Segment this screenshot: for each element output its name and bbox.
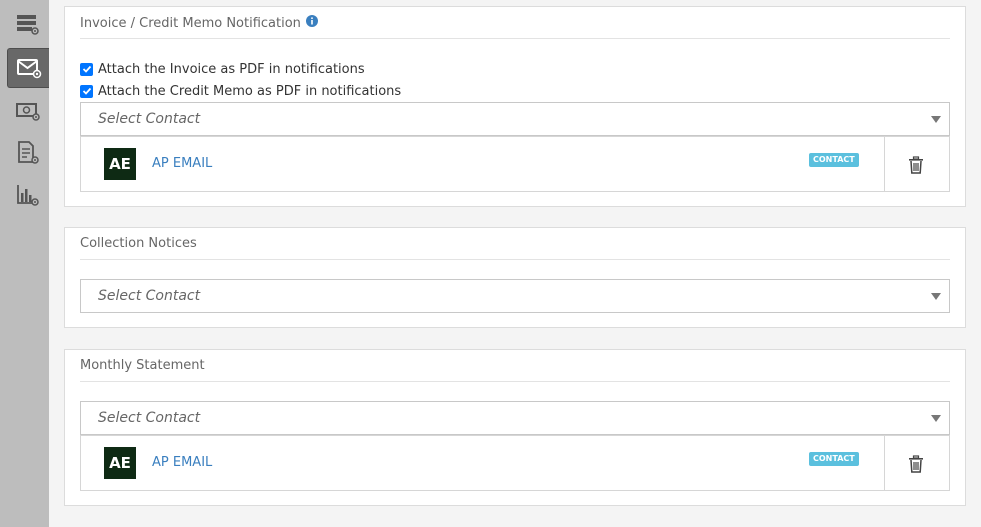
sidebar-item-report-settings[interactable]	[7, 175, 49, 215]
title-divider	[80, 259, 950, 260]
sidebar-item-document-settings[interactable]	[7, 133, 49, 173]
sidebar	[0, 0, 49, 527]
contact-name-link[interactable]: AP EMAIL	[152, 156, 212, 172]
attach-invoice-label: Attach the Invoice as PDF in notificatio…	[98, 61, 365, 77]
attach-credit-memo-label: Attach the Credit Memo as PDF in notific…	[98, 83, 402, 99]
chevron-down-icon	[931, 293, 941, 300]
server-settings-icon	[17, 15, 39, 35]
chevron-down-icon	[931, 415, 941, 422]
collection-section-title: Collection Notices	[80, 236, 197, 251]
money-settings-icon	[16, 103, 40, 121]
delete-contact-button[interactable]	[908, 455, 924, 477]
delete-contact-button[interactable]	[908, 156, 924, 178]
invoice-section-title: Invoice / Credit Memo Notification	[80, 15, 301, 31]
sidebar-item-email-settings[interactable]	[7, 48, 49, 88]
invoice-notification-panel: Invoice / Credit Memo Notification Attac…	[64, 6, 966, 207]
panel-title: Invoice / Credit Memo Notification	[80, 15, 318, 32]
info-icon[interactable]	[305, 15, 318, 32]
sidebar-item-server-settings[interactable]	[7, 4, 49, 44]
contact-list-item: AE AP EMAIL CONTACT	[80, 136, 950, 192]
attach-credit-memo-checkbox[interactable]	[80, 84, 93, 98]
attach-credit-memo-option: Attach the Credit Memo as PDF in notific…	[80, 82, 401, 100]
row-divider	[884, 436, 885, 490]
monthly-contact-select[interactable]: Select Contact	[80, 401, 950, 435]
chart-settings-icon	[17, 185, 39, 206]
attach-invoice-checkbox[interactable]	[80, 62, 93, 76]
attach-invoice-option: Attach the Invoice as PDF in notificatio…	[80, 60, 365, 78]
envelope-settings-icon	[16, 59, 41, 79]
contact-badge: CONTACT	[809, 452, 859, 466]
select-placeholder: Select Contact	[98, 410, 201, 426]
monthly-statement-panel: Monthly Statement Select Contact AE AP E…	[64, 349, 966, 506]
avatar: AE	[104, 447, 136, 479]
invoice-contact-select[interactable]: Select Contact	[80, 102, 950, 136]
chevron-down-icon	[931, 116, 941, 123]
title-divider	[80, 38, 950, 39]
title-divider	[80, 381, 950, 382]
select-placeholder: Select Contact	[98, 111, 201, 127]
contact-name-link[interactable]: AP EMAIL	[152, 455, 212, 471]
document-settings-icon	[18, 141, 39, 164]
sidebar-item-payment-settings[interactable]	[7, 91, 49, 131]
row-divider	[884, 137, 885, 191]
trash-icon	[909, 455, 923, 473]
collection-contact-select[interactable]: Select Contact	[80, 279, 950, 313]
contact-list-item: AE AP EMAIL CONTACT	[80, 435, 950, 491]
select-placeholder: Select Contact	[98, 288, 201, 304]
avatar: AE	[104, 148, 136, 180]
collection-notices-panel: Collection Notices Select Contact	[64, 227, 966, 328]
monthly-section-title: Monthly Statement	[80, 358, 205, 373]
contact-badge: CONTACT	[809, 153, 859, 167]
trash-icon	[909, 156, 923, 174]
